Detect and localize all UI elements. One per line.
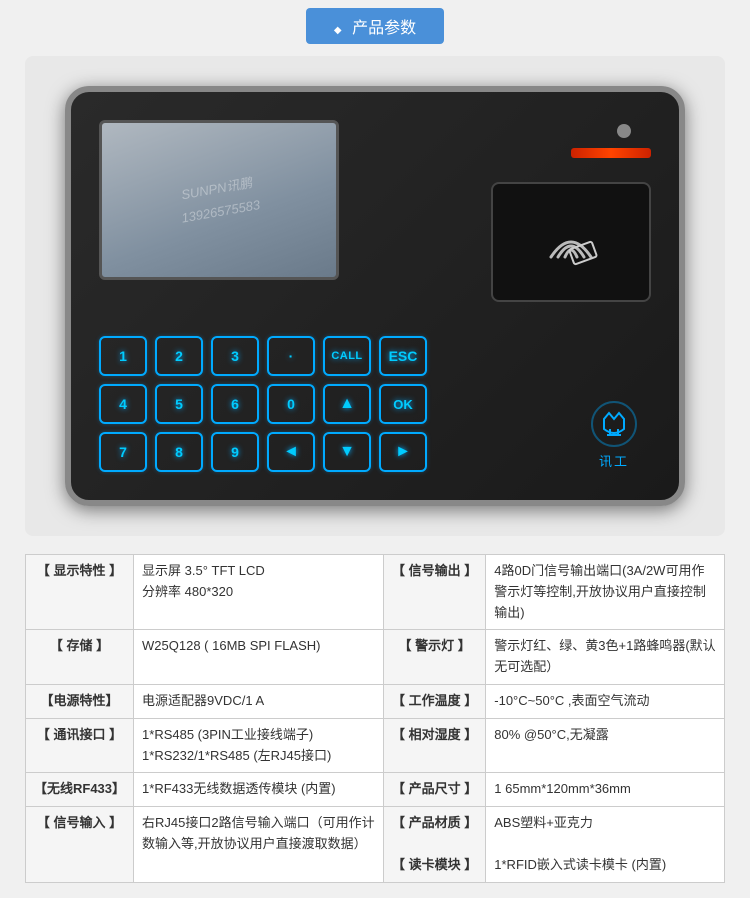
spec-label-comm: 【 通讯接口 】	[26, 718, 134, 773]
spec-label-storage: 【 存储 】	[26, 630, 134, 685]
key-5[interactable]: 5	[155, 384, 203, 424]
key-ok[interactable]: OK	[379, 384, 427, 424]
header-tab: 产品参数	[306, 8, 444, 44]
red-led-strip	[571, 148, 651, 158]
device-body: SUNPN讯鹏13926575583	[65, 86, 685, 506]
device-container: SUNPN讯鹏13926575583	[25, 56, 725, 536]
spec-value-comm: 1*RS485 (3PIN工业接线端子)1*RS232/1*RS485 (左RJ…	[134, 718, 384, 773]
key-left[interactable]: ◄	[267, 432, 315, 472]
spec-value-storage: W25Q128 ( 16MB SPI FLASH)	[134, 630, 384, 685]
spec-row-rf: 【无线RF433】 1*RF433无线数据透传模块 (内置) 【 产品尺寸 】 …	[26, 773, 725, 807]
spec-value-signal-out: 4路0D门信号输出端口(3A/2W可用作警示灯等控制,开放协议用户直接控制输出)	[486, 555, 725, 630]
spec-row-comm: 【 通讯接口 】 1*RS485 (3PIN工业接线端子)1*RS232/1*R…	[26, 718, 725, 773]
spec-row-signal-in: 【 信号输入 】 右RJ45接口2路信号输入端口（可用作计数输入等,开放协议用户…	[26, 807, 725, 882]
key-3[interactable]: 3	[211, 336, 259, 376]
key-up[interactable]: ▲	[323, 384, 371, 424]
key-6[interactable]: 6	[211, 384, 259, 424]
keypad: 1 2 3 · CALL ESC 4 5 6 0 ▲ OK 7 8 9 ◄ ▼ …	[99, 336, 427, 472]
spec-label-alarm: 【 警示灯 】	[384, 630, 486, 685]
spec-label-rf: 【无线RF433】	[26, 773, 134, 807]
key-7[interactable]: 7	[99, 432, 147, 472]
brand-logo: 讯工	[589, 399, 639, 470]
spec-value-temp: -10°C~50°C ,表面空气流动	[486, 684, 725, 718]
spec-value-rf: 1*RF433无线数据透传模块 (内置)	[134, 773, 384, 807]
spec-value-material: ABS塑料+亚克力1*RFID嵌入式读卡模卡 (内置)	[486, 807, 725, 882]
device-screen: SUNPN讯鹏13926575583	[99, 120, 339, 280]
key-right[interactable]: ►	[379, 432, 427, 472]
spec-row-display: 【 显示特性 】 显示屏 3.5° TFT LCD分辨率 480*320 【 信…	[26, 555, 725, 630]
key-2[interactable]: 2	[155, 336, 203, 376]
spec-value-power: 电源适配器9VDC/1 A	[134, 684, 384, 718]
header-tab-label: 产品参数	[352, 20, 416, 37]
spec-label-temp: 【 工作温度 】	[384, 684, 486, 718]
key-9[interactable]: 9	[211, 432, 259, 472]
key-0[interactable]: 0	[267, 384, 315, 424]
spec-label-humidity: 【 相对湿度 】	[384, 718, 486, 773]
spec-label-signal-out: 【 信号输出 】	[384, 555, 486, 630]
spec-value-size: 1 65mm*120mm*36mm	[486, 773, 725, 807]
key-call[interactable]: CALL	[323, 336, 371, 376]
card-reader	[491, 182, 651, 302]
key-4[interactable]: 4	[99, 384, 147, 424]
logo-text: 讯工	[599, 451, 629, 470]
key-8[interactable]: 8	[155, 432, 203, 472]
spec-value-alarm: 警示灯红、绿、黄3色+1路蜂鸣器(默认无可选配）	[486, 630, 725, 685]
spec-label-size: 【 产品尺寸 】	[384, 773, 486, 807]
spec-value-humidity: 80% @50°C,无凝露	[486, 718, 725, 773]
spec-label-power: 【电源特性】	[26, 684, 134, 718]
spec-label-display: 【 显示特性 】	[26, 555, 134, 630]
key-esc[interactable]: ESC	[379, 336, 427, 376]
spec-row-power: 【电源特性】 电源适配器9VDC/1 A 【 工作温度 】 -10°C~50°C…	[26, 684, 725, 718]
logo-icon	[589, 399, 639, 449]
spec-label-signal-in: 【 信号输入 】	[26, 807, 134, 882]
key-dot[interactable]: ·	[267, 336, 315, 376]
led-indicator	[617, 124, 631, 138]
spec-value-signal-in: 右RJ45接口2路信号输入端口（可用作计数输入等,开放协议用户直接渡取数据）	[134, 807, 384, 882]
key-1[interactable]: 1	[99, 336, 147, 376]
spec-value-display: 显示屏 3.5° TFT LCD分辨率 480*320	[134, 555, 384, 630]
specs-table: 【 显示特性 】 显示屏 3.5° TFT LCD分辨率 480*320 【 信…	[25, 554, 725, 883]
screen-watermark: SUNPN讯鹏13926575583	[176, 170, 262, 230]
key-down[interactable]: ▼	[323, 432, 371, 472]
spec-row-storage: 【 存储 】 W25Q128 ( 16MB SPI FLASH) 【 警示灯 】…	[26, 630, 725, 685]
spec-label-material: 【 产品材质 】【 读卡模块 】	[384, 807, 486, 882]
